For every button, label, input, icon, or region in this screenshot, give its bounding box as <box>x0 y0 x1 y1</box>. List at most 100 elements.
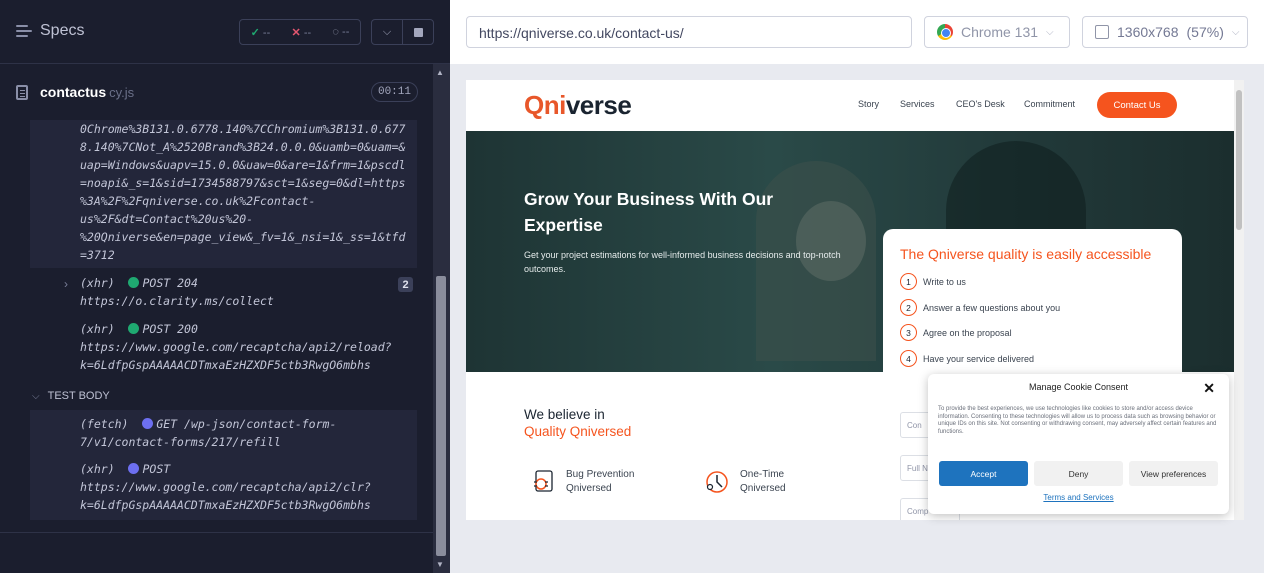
log-url: /wp-json/contact-form- <box>184 417 337 431</box>
feature-subtitle: Qniversed <box>740 483 786 494</box>
stop-button[interactable] <box>403 20 433 44</box>
spec-file-row[interactable]: contactus cy.js 00:11 <box>16 80 418 104</box>
chevron-down-icon: ⌵ <box>1231 26 1240 38</box>
specs-list-icon <box>16 25 32 37</box>
log-method: POST 204 <box>142 276 198 290</box>
spec-file-name: contactus <box>40 84 107 100</box>
specs-button[interactable]: Specs <box>16 22 84 40</box>
site-header: Qniverse Story Services CEO's Desk Commi… <box>466 80 1234 131</box>
log-method: POST 200 <box>142 322 198 336</box>
step-number: 2 <box>900 299 917 316</box>
file-icon <box>16 84 28 100</box>
believe-heading: We believe in Quality Qniversed <box>524 406 631 440</box>
step-item: 3 Agree on the proposal <box>900 324 1012 341</box>
failed-icon: ✕ <box>291 26 301 39</box>
log-url: https://www.google.com/recaptcha/api2/cl… <box>80 480 371 494</box>
step-label: Answer a few questions about you <box>923 302 1061 313</box>
nav-ceos-desk[interactable]: CEO's Desk <box>956 99 1005 109</box>
believe-line: We believe in <box>524 407 605 422</box>
browser-selector[interactable]: Chrome 131 ⌵ <box>924 16 1070 48</box>
step-label: Have your service delivered <box>923 353 1035 364</box>
pending-count: -- <box>342 26 350 38</box>
log-url: https://o.clarity.ms/collect <box>80 294 274 308</box>
log-url: k=6LdfpGspAAAAACDTmxaEzHZXDF5ctb3RwgO6mb… <box>80 358 371 372</box>
passed-icon: ✓ <box>250 26 260 39</box>
cookie-description: To provide the best experiences, we use … <box>938 406 1217 436</box>
fetch-log[interactable]: (fetch) GET /wp-json/contact-form- 7/v1/… <box>80 415 417 451</box>
step-item: 1 Write to us <box>900 273 966 290</box>
log-type: (xhr) <box>80 322 115 336</box>
deny-button[interactable]: Deny <box>1034 461 1123 486</box>
page-scroll-thumb[interactable] <box>1236 90 1242 230</box>
logo-part: verse <box>565 90 632 120</box>
step-number: 1 <box>900 273 917 290</box>
success-dot-icon <box>128 323 140 334</box>
log-type: (xhr) <box>80 276 115 290</box>
runner-controls: ⌵ <box>371 19 434 45</box>
ga-url-text: 0Chrome%3B131.0.6778.140%7CChromium%3B13… <box>80 120 417 264</box>
feature-subtitle: Qniversed <box>566 483 612 494</box>
test-stats: ✓ -- ✕ -- ◌ -- <box>239 19 361 45</box>
recaptcha-clr-log[interactable]: (xhr) POST https://www.google.com/recapt… <box>80 460 417 514</box>
chevron-down-icon[interactable]: ⌵ <box>372 20 403 44</box>
ga-request-log[interactable]: 0Chrome%3B131.0.6778.140%7CChromium%3B13… <box>30 120 417 268</box>
step-number: 4 <box>900 350 917 367</box>
divider <box>0 532 433 533</box>
log-method: GET <box>156 417 178 431</box>
test-body-logs: (fetch) GET /wp-json/contact-form- 7/v1/… <box>30 410 417 520</box>
cookie-title: Manage Cookie Consent <box>1028 382 1129 392</box>
page-scrollbar[interactable] <box>1234 80 1244 520</box>
viewport-selector[interactable]: 1360x768 (57%) ⌵ <box>1082 16 1248 48</box>
step-label: Agree on the proposal <box>923 327 1012 338</box>
spec-file-ext: cy.js <box>109 84 135 100</box>
run-timer: 00:11 <box>370 82 418 102</box>
contact-us-button[interactable]: Contact Us <box>1097 92 1177 118</box>
believe-line: Quality Qniversed <box>524 424 632 439</box>
log-url-line: =noapi&_s=1&sid=1734588797&sct=1&seg=0&d… <box>80 176 406 190</box>
pending-dot-icon <box>128 463 140 474</box>
chevron-down-icon: ⌵ <box>32 390 40 402</box>
request-count-badge: 2 <box>398 277 413 292</box>
log-url-line: 8.140%7CNot_A%2520Brand%3B24.0.0.0&uamb=… <box>80 140 406 154</box>
nav-services[interactable]: Services <box>900 99 935 109</box>
scroll-up-icon[interactable]: ▲ <box>436 68 444 77</box>
log-url-line: us%2F&dt=Contact%20us%20- <box>80 212 254 226</box>
qniverse-logo[interactable]: Qniverse <box>524 90 632 121</box>
step-item: 2 Answer a few questions about you <box>900 299 1060 316</box>
view-preferences-button[interactable]: View preferences <box>1129 461 1218 486</box>
test-body-toggle[interactable]: ⌵ TEST BODY <box>32 390 110 402</box>
url-bar[interactable]: https://qniverse.co.uk/contact-us/ <box>466 16 912 48</box>
feature-bug-prevention: Bug Prevention Qniversed <box>530 468 634 496</box>
specs-label: Specs <box>40 22 85 39</box>
logo-part: ni <box>543 90 567 120</box>
scroll-down-icon[interactable]: ▼ <box>436 560 444 569</box>
clarity-log[interactable]: (xhr) POST 204 https://o.clarity.ms/coll… <box>80 274 274 310</box>
nav-commitment[interactable]: Commitment <box>1024 99 1075 109</box>
recaptcha-reload-log[interactable]: (xhr) POST 200 https://www.google.com/re… <box>80 320 392 374</box>
command-log-panel: Specs ✓ -- ✕ -- ◌ -- ⌵ contactus cy.js 0… <box>0 0 450 573</box>
runner-header: Specs ✓ -- ✕ -- ◌ -- ⌵ <box>0 0 450 64</box>
feature-title: Bug Prevention <box>566 469 635 480</box>
terms-link[interactable]: Terms and Services <box>928 493 1229 502</box>
close-icon[interactable]: ✕ <box>1203 380 1215 397</box>
log-scroll-thumb[interactable] <box>436 276 446 556</box>
step-item: 4 Have your service delivered <box>900 350 1034 367</box>
log-url-line: =3712 <box>80 248 115 262</box>
bug-icon <box>534 470 553 492</box>
chrome-icon <box>937 24 953 40</box>
passed-count: -- <box>262 26 271 39</box>
viewport-size: 1360x768 <box>1117 24 1179 40</box>
step-number: 3 <box>900 324 917 341</box>
log-url: 7/v1/contact-forms/217/refill <box>80 435 281 449</box>
chevron-down-icon: ⌵ <box>1046 26 1054 38</box>
log-url: https://www.google.com/recaptcha/api2/re… <box>80 340 392 354</box>
cookie-consent-dialog: Manage Cookie Consent ✕ To provide the b… <box>928 374 1229 514</box>
viewport-icon <box>1095 25 1109 39</box>
nav-story[interactable]: Story <box>858 99 879 109</box>
accept-button[interactable]: Accept <box>939 461 1028 486</box>
log-type: (fetch) <box>80 417 129 431</box>
log-method: POST <box>142 462 171 476</box>
failed-count: -- <box>303 26 312 39</box>
chevron-right-icon[interactable]: › <box>64 277 68 291</box>
stop-icon <box>413 27 423 37</box>
